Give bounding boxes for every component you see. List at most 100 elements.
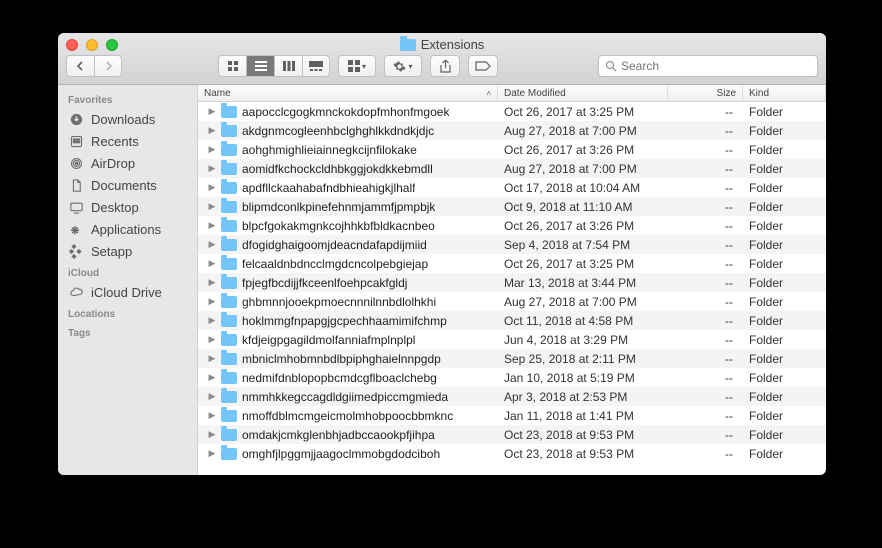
table-row[interactable]: ▶kfdjeigpgagildmolfanniafmplnplplJun 4, … (198, 330, 826, 349)
gallery-view-button[interactable] (302, 55, 330, 77)
disclosure-triangle-icon[interactable]: ▶ (208, 277, 216, 288)
sidebar-item-icloud-drive[interactable]: iCloud Drive (58, 281, 197, 303)
column-headers: Name ˄ Date Modified Size Kind (198, 85, 826, 102)
disclosure-triangle-icon[interactable]: ▶ (208, 201, 216, 212)
zoom-window-button[interactable] (106, 39, 118, 51)
disclosure-triangle-icon[interactable]: ▶ (208, 106, 216, 117)
disclosure-triangle-icon[interactable]: ▶ (208, 163, 216, 174)
disclosure-triangle-icon[interactable]: ▶ (208, 239, 216, 250)
sidebar-section-header: iCloud (58, 262, 197, 281)
file-date: Apr 3, 2018 at 2:53 PM (498, 390, 668, 404)
column-header-size[interactable]: Size (668, 85, 743, 101)
file-name: hoklmmgfnpapgjgcpechhaamimifchmp (242, 314, 447, 328)
share-button[interactable] (430, 55, 460, 77)
back-button[interactable] (66, 55, 94, 77)
minimize-window-button[interactable] (86, 39, 98, 51)
table-row[interactable]: ▶felcaaldnbdncclmgdcncolpebgiejapOct 26,… (198, 254, 826, 273)
search-field[interactable] (598, 55, 818, 77)
file-name: ghbmnnjooekpmoecnnnilnnbdlolhkhi (242, 295, 436, 309)
table-row[interactable]: ▶apdfllckaahabafndbhieahigkjlhalfOct 17,… (198, 178, 826, 197)
sidebar-item-recents[interactable]: Recents (58, 130, 197, 152)
sidebar-item-applications[interactable]: Applications (58, 218, 197, 240)
table-row[interactable]: ▶ aohghmighlieiainnegkcijnfilokake Oct 26,… (198, 140, 826, 159)
disclosure-triangle-icon[interactable]: ▶ (208, 391, 216, 402)
file-name: aohghmighlieiainnegkcijnfilokake (242, 143, 417, 157)
file-size: -- (668, 333, 743, 347)
table-row[interactable]: ▶mbniclmhobmnbdlbpiphghaielnnpgdpSep 25,… (198, 349, 826, 368)
disclosure-triangle-icon[interactable]: ▶ (208, 220, 216, 231)
icloud-icon (68, 284, 84, 300)
disclosure-triangle-icon[interactable]: ▶ (208, 429, 216, 440)
icon-view-icon (227, 60, 239, 72)
file-size: -- (668, 428, 743, 442)
sidebar-item-setapp[interactable]: Setapp (58, 240, 197, 262)
disclosure-triangle-icon[interactable]: ▶ (208, 315, 216, 326)
file-kind: Folder (743, 124, 826, 138)
disclosure-triangle-icon[interactable]: ▶ (208, 410, 216, 421)
file-kind: Folder (743, 162, 826, 176)
column-header-kind[interactable]: Kind (743, 85, 826, 101)
table-row[interactable]: ▶nmmhkkegccagdldgiimedpiccmgmiedaApr 3, … (198, 387, 826, 406)
column-header-date[interactable]: Date Modified (498, 85, 668, 101)
sidebar-item-documents[interactable]: Documents (58, 174, 197, 196)
file-kind: Folder (743, 276, 826, 290)
table-row[interactable]: ▶blpcfgokakmgnkcojhhkbfbldkacnbeoOct 26,… (198, 216, 826, 235)
file-date: Jan 10, 2018 at 5:19 PM (498, 371, 668, 385)
file-size: -- (668, 143, 743, 157)
icon-view-button[interactable] (218, 55, 246, 77)
column-view-button[interactable] (274, 55, 302, 77)
disclosure-triangle-icon[interactable]: ▶ (208, 353, 216, 364)
disclosure-triangle-icon[interactable]: ▶ (208, 258, 216, 269)
file-kind: Folder (743, 219, 826, 233)
table-row[interactable]: ▶aomidfkchockcldhbkggjokdkkebmdllAug 27,… (198, 159, 826, 178)
file-kind: Folder (743, 314, 826, 328)
file-kind: Folder (743, 257, 826, 271)
arrange-button[interactable]: ▾ (338, 55, 376, 77)
table-row[interactable]: ▶aapocclcgogkmnckokdopfmhonfmgoekOct 26,… (198, 102, 826, 121)
disclosure-triangle-icon[interactable]: ▶ (208, 448, 216, 459)
downloads-icon (68, 111, 84, 127)
disclosure-triangle-icon[interactable]: ▶ (208, 182, 216, 193)
table-row[interactable]: ▶blipmdconlkpinefehnmjammfjpmpbjkOct 9, … (198, 197, 826, 216)
file-kind: Folder (743, 143, 826, 157)
table-row[interactable]: ▶omdakjcmkglenbhjadbccaookpfjihpaOct 23,… (198, 425, 826, 444)
disclosure-triangle-icon[interactable]: ▶ (208, 125, 216, 136)
table-row[interactable]: ▶akdgnmcogleenhbclghghlkkdndkjdjcAug 27,… (198, 121, 826, 140)
sidebar: FavoritesDownloadsRecentsAirDropDocument… (58, 85, 198, 475)
table-row[interactable]: ▶nedmifdnblopopbcmdcgflboaclchebgJan 10,… (198, 368, 826, 387)
table-row[interactable]: ▶fpjegfbcdijjfkceenlfoehpcakfgldjMar 13,… (198, 273, 826, 292)
folder-icon (400, 39, 416, 51)
arrange-icon (348, 60, 360, 72)
window-title: Extensions (118, 37, 766, 52)
table-row[interactable]: ▶ghbmnnjooekpmoecnnnilnnbdlolhkhiAug 27,… (198, 292, 826, 311)
forward-button[interactable] (94, 55, 122, 77)
disclosure-triangle-icon[interactable]: ▶ (208, 372, 216, 383)
file-date: Oct 26, 2017 at 3:26 PM (498, 143, 668, 157)
disclosure-triangle-icon[interactable]: ▶ (208, 296, 216, 307)
column-header-name[interactable]: Name ˄ (198, 85, 498, 101)
file-date: Oct 26, 2017 at 3:25 PM (498, 257, 668, 271)
search-input[interactable] (621, 59, 811, 73)
sidebar-item-desktop[interactable]: Desktop (58, 196, 197, 218)
table-row[interactable]: ▶nmoffdblmcmgeicmolmhobpoocbbmkncJan 11,… (198, 406, 826, 425)
action-button[interactable]: ▾ (384, 55, 422, 77)
sidebar-section-header: Locations (58, 303, 197, 322)
file-size: -- (668, 276, 743, 290)
sidebar-item-downloads[interactable]: Downloads (58, 108, 197, 130)
folder-icon (221, 163, 237, 175)
table-row[interactable]: ▶omghfjlpggmjjaagoclmmobgdodcibohOct 23,… (198, 444, 826, 463)
file-date: Oct 11, 2018 at 4:58 PM (498, 314, 668, 328)
nav-buttons (66, 55, 122, 77)
table-row[interactable]: ▶ hoklmmgfnpapgjgcpechhaamimifchmp Oct 11,… (198, 311, 826, 330)
close-window-button[interactable] (66, 39, 78, 51)
disclosure-triangle-icon[interactable]: ▶ (208, 334, 216, 345)
file-kind: Folder (743, 181, 826, 195)
file-list-pane: Name ˄ Date Modified Size Kind ▶aapocclc… (198, 85, 826, 475)
disclosure-triangle-icon[interactable]: ▶ (208, 144, 216, 155)
table-row[interactable]: ▶dfogidghaigoomjdeacndafapdijmiidSep 4, … (198, 235, 826, 254)
list-view-button[interactable] (246, 55, 274, 77)
share-icon (440, 60, 451, 73)
sidebar-item-airdrop[interactable]: AirDrop (58, 152, 197, 174)
sidebar-item-label: AirDrop (91, 156, 135, 171)
tags-button[interactable] (468, 55, 498, 77)
